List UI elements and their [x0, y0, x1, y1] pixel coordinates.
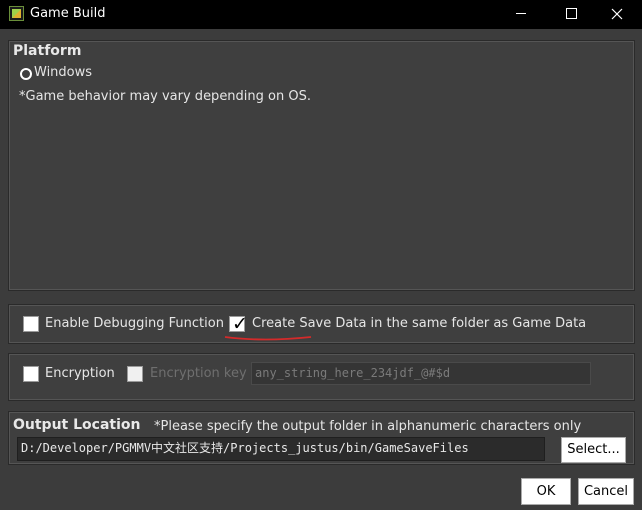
output-path-input[interactable]: D:/Developer/PGMMV中文社区支持/Projects_justus… — [17, 437, 545, 461]
encryption-key-checkbox[interactable] — [127, 366, 143, 382]
annotation-underline — [224, 336, 312, 341]
title-bar[interactable]: Game Build — [0, 0, 642, 29]
platform-panel: Platform Windows *Game behavior may vary… — [8, 40, 635, 291]
encryption-label[interactable]: Encryption — [45, 366, 115, 381]
select-folder-button[interactable]: Select... — [561, 437, 626, 463]
window-title: Game Build — [30, 6, 106, 21]
platform-heading: Platform — [13, 43, 82, 59]
platform-note: *Game behavior may vary depending on OS. — [19, 89, 311, 104]
save-data-label[interactable]: Create Save Data in the same folder as G… — [252, 316, 586, 331]
maximize-button[interactable] — [548, 0, 594, 29]
maximize-icon — [565, 7, 577, 19]
ok-button[interactable]: OK — [521, 478, 571, 505]
output-panel: Output Location *Please specify the outp… — [8, 411, 635, 465]
encryption-checkbox[interactable] — [23, 366, 39, 382]
enable-debug-label[interactable]: Enable Debugging Function — [45, 316, 224, 331]
enable-debug-checkbox[interactable] — [23, 316, 39, 332]
close-icon — [611, 8, 623, 20]
output-note: *Please specify the output folder in alp… — [154, 419, 582, 434]
encryption-key-label: Encryption key — [150, 366, 247, 381]
checkmark-icon: ✓ — [232, 313, 248, 335]
encryption-key-input[interactable]: any_string_here_234jdf_@#$d — [251, 362, 591, 385]
close-button[interactable] — [594, 0, 640, 29]
windows-radio[interactable] — [20, 68, 32, 80]
save-data-checkbox[interactable]: ✓ — [229, 313, 248, 335]
debug-panel: Enable Debugging Function ✓ Create Save … — [8, 304, 635, 344]
encryption-panel: Encryption Encryption key any_string_her… — [8, 353, 635, 401]
output-heading: Output Location — [13, 417, 141, 433]
game-app-icon — [9, 6, 24, 21]
cancel-button[interactable]: Cancel — [578, 478, 634, 505]
windows-radio-label[interactable]: Windows — [34, 65, 92, 80]
minimize-button[interactable] — [498, 0, 544, 29]
minimize-icon — [516, 12, 526, 14]
